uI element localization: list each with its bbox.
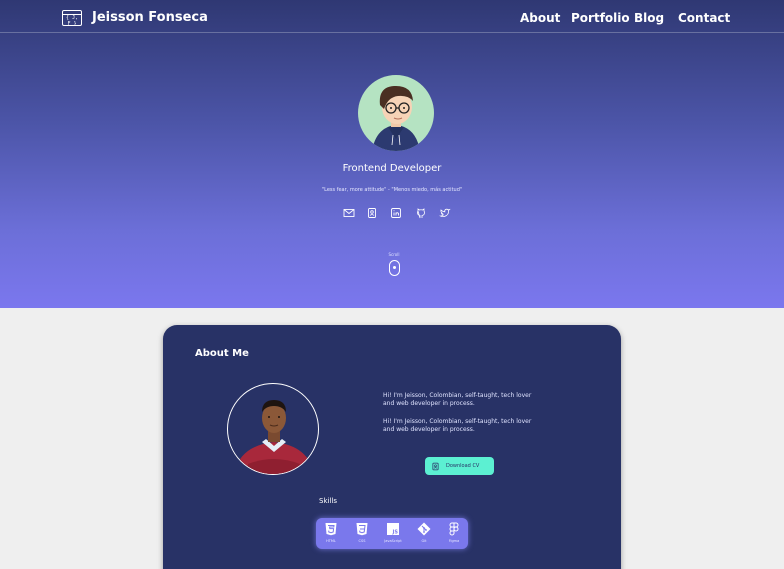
github-icon[interactable] — [415, 207, 427, 219]
nav-link-blog[interactable]: Blog — [634, 11, 664, 25]
top-navbar: { J, F } Jeisson Fonseca About Portfolio… — [0, 0, 784, 33]
scroll-label: Scroll — [388, 252, 400, 257]
resume-icon[interactable] — [366, 207, 378, 219]
git-icon — [417, 522, 431, 536]
logo-icon[interactable]: { J, F } — [62, 10, 82, 27]
profile-photo — [227, 383, 319, 475]
skill-label: Git — [421, 539, 427, 543]
avatar — [358, 75, 434, 151]
download-cv-button[interactable]: Download CV — [425, 457, 494, 475]
skill-figma: Figma — [441, 522, 467, 543]
mail-icon[interactable] — [343, 207, 355, 219]
skill-css: CSS — [349, 522, 375, 543]
skill-label: CSS — [358, 539, 366, 543]
hero-section: { J, F } Jeisson Fonseca About Portfolio… — [0, 0, 784, 308]
about-card: About Me Hi! I'm Jeisson, Colombian, sel… — [163, 325, 621, 569]
nav-link-portfolio[interactable]: Portfolio — [571, 11, 630, 25]
resume-icon — [432, 462, 439, 470]
skills-bar: HTML CSS JS JavaScript Git Figma — [316, 518, 468, 549]
nav-link-about[interactable]: About — [520, 11, 560, 25]
skill-label: HTML — [326, 539, 336, 543]
bio-paragraph-1: Hi! I'm Jeisson, Colombian, self-taught,… — [383, 392, 532, 407]
skill-javascript: JS JavaScript — [380, 522, 406, 543]
twitter-icon[interactable] — [439, 207, 451, 219]
figma-icon — [449, 522, 459, 536]
skill-label: Figma — [448, 539, 460, 543]
svg-text:JS: JS — [392, 530, 399, 536]
bio-paragraph-2: Hi! I'm Jeisson, Colombian, self-taught,… — [383, 418, 532, 433]
hero-quote: "Less fear, more attitude" - "Menos mied… — [321, 187, 463, 193]
social-links — [340, 207, 456, 219]
nav-link-contact[interactable]: Contact — [678, 11, 730, 25]
skill-git: Git — [411, 522, 437, 543]
skills-title: Skills — [319, 497, 337, 505]
skill-html: HTML — [318, 522, 344, 543]
download-cv-label: Download CV — [446, 463, 480, 469]
javascript-icon: JS — [387, 523, 399, 536]
skill-label: JavaScript — [384, 539, 402, 543]
about-title: About Me — [195, 348, 249, 359]
linkedin-icon[interactable] — [390, 207, 402, 219]
css3-icon — [356, 523, 368, 536]
hero-role: Frontend Developer — [342, 163, 442, 174]
scroll-mouse-icon[interactable] — [389, 260, 400, 276]
html5-icon — [325, 523, 337, 536]
brand-name[interactable]: Jeisson Fonseca — [92, 10, 208, 25]
logo-text: { J, F } — [65, 15, 79, 27]
